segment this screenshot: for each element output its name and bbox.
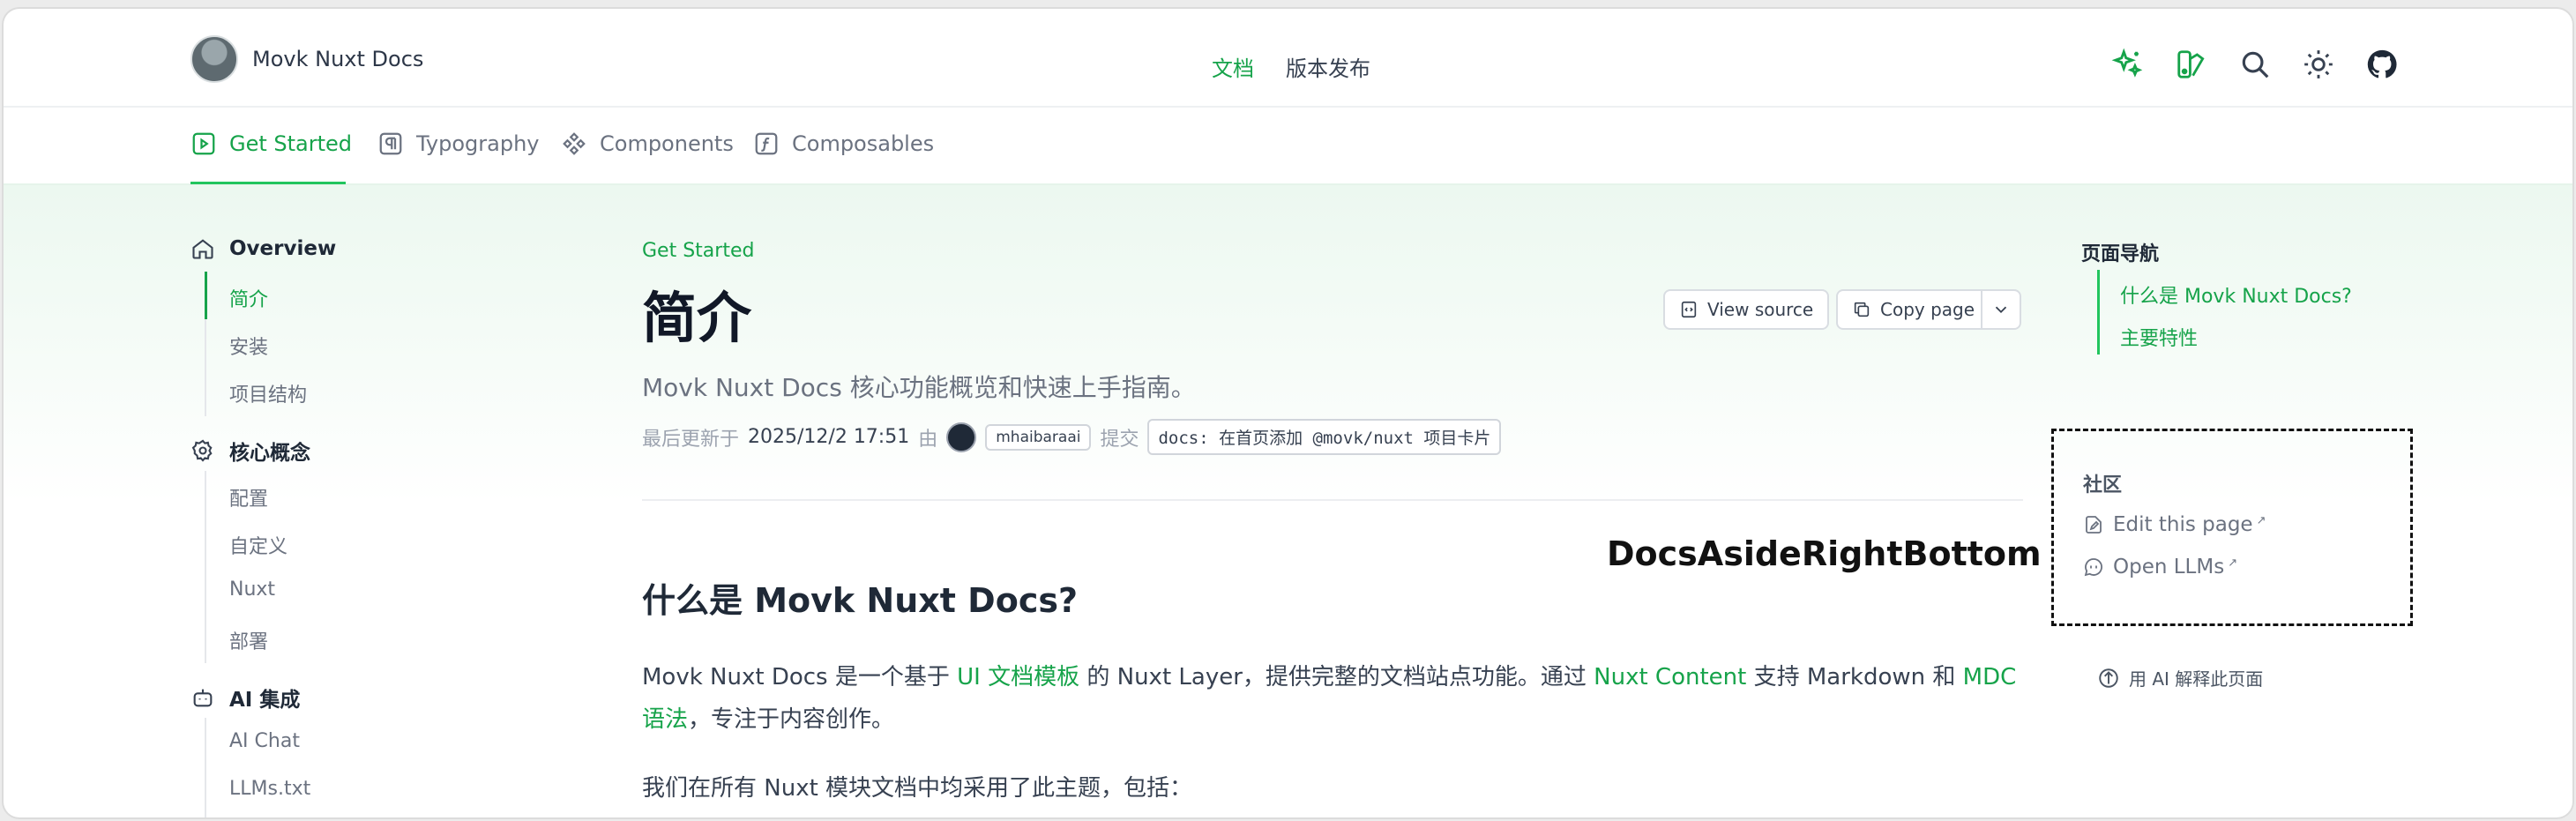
- nuxt-content-link[interactable]: Nuxt Content: [1594, 664, 1746, 690]
- mdc-link[interactable]: MDC: [1963, 664, 2017, 690]
- open-llms-label: Open LLMs: [2113, 556, 2225, 578]
- sparkles-icon[interactable]: [2111, 48, 2145, 81]
- top-header: Movk Nuxt Docs 文档 版本发布: [4, 9, 2572, 108]
- text-run: ，专注于内容创作。: [688, 706, 895, 733]
- ai-explain-button[interactable]: 用 AI 解释此页面: [2097, 665, 2263, 690]
- page-meta: 最后更新于 2025/12/2 17:51 由 mhaibaraai 提交 do…: [642, 419, 1502, 455]
- commit-label: 提交: [1100, 428, 1139, 451]
- play-square-icon: [192, 132, 215, 155]
- toc-item-what-is[interactable]: 什么是 Movk Nuxt Docs?: [2120, 280, 2352, 309]
- sidebar-guide-line: [205, 718, 206, 817]
- sidebar-item-install[interactable]: 安装: [229, 332, 268, 360]
- sidebar-guide-line: [205, 471, 206, 663]
- header-tools: [2111, 48, 2399, 81]
- sidebar-group-ai[interactable]: AI 集成: [190, 683, 300, 713]
- pilcrow-icon: [379, 132, 402, 155]
- chevron-down-icon: [1995, 306, 2007, 314]
- community-title: 社区: [2083, 474, 2123, 496]
- author-avatar[interactable]: [946, 422, 977, 452]
- view-source-button[interactable]: View source: [1663, 289, 1830, 330]
- sidebar-item-ai-chat[interactable]: AI Chat: [229, 730, 300, 752]
- sidebar-group-label: Overview: [229, 237, 337, 260]
- sidebar-item-nuxt[interactable]: Nuxt: [229, 578, 275, 601]
- toc-item-features[interactable]: 主要特性: [2120, 323, 2198, 351]
- page-eyebrow: Get Started: [642, 240, 755, 262]
- mdc-link-cont[interactable]: 语法: [642, 706, 688, 733]
- code-file-icon: [1681, 301, 1697, 318]
- file-edit-icon: [2086, 516, 2102, 534]
- tab-typography[interactable]: Typography: [377, 131, 540, 157]
- updated-label: 最后更新于: [642, 428, 740, 451]
- active-tab-indicator: [190, 182, 346, 184]
- tab-components[interactable]: Components: [561, 131, 734, 157]
- search-icon[interactable]: [2238, 48, 2272, 81]
- sidebar-active-indicator: [205, 272, 207, 319]
- tab-composables[interactable]: Composables: [753, 131, 934, 157]
- bot-icon: [193, 689, 213, 707]
- edit-page-label: Edit this page: [2113, 513, 2253, 536]
- sidebar-item-deploy[interactable]: 部署: [229, 626, 268, 654]
- intro-paragraph: Movk Nuxt Docs 是一个基于 UI 文档模板 的 Nuxt Laye…: [642, 656, 2023, 741]
- copy-page-menu-button[interactable]: [1981, 289, 2021, 330]
- view-source-label: View source: [1707, 299, 1814, 320]
- tab-label: Typography: [416, 131, 540, 156]
- logo-avatar: [190, 35, 238, 83]
- tab-label: Components: [600, 131, 734, 156]
- ai-icon: [2099, 668, 2118, 688]
- brand-name: Movk Nuxt Docs: [252, 47, 424, 71]
- chat-icon: [2084, 558, 2102, 577]
- text-run: 的 Nuxt Layer，提供完整的文档站点功能。通过: [1079, 664, 1594, 690]
- toc-indicator: [2097, 270, 2100, 355]
- copy-page-button[interactable]: Copy page: [1836, 289, 1993, 330]
- divider: [642, 499, 2023, 501]
- copy-page-label: Copy page: [1880, 299, 1975, 320]
- site-logo[interactable]: Movk Nuxt Docs: [190, 35, 423, 83]
- updated-date: 2025/12/2 17:51: [748, 426, 910, 448]
- section-tabs: Get Started Typography Components Compos…: [4, 108, 2572, 185]
- by-label: 由: [918, 428, 938, 451]
- sidebar-item-config[interactable]: 配置: [229, 483, 268, 511]
- author-badge[interactable]: mhaibaraai: [985, 423, 1092, 451]
- open-llms-link[interactable]: Open LLMs ↗: [2083, 556, 2237, 578]
- text-run: 支持 Markdown 和: [1746, 664, 1963, 690]
- browser-frame: Movk Nuxt Docs 文档 版本发布 Get Started Typog…: [4, 9, 2572, 817]
- sidebar-group-overview[interactable]: Overview: [190, 236, 336, 261]
- ai-explain-label: 用 AI 解释此页面: [2129, 668, 2264, 690]
- sidebar-group-label: 核心概念: [229, 442, 310, 465]
- gear-icon: [191, 439, 213, 462]
- modules-paragraph: 我们在所有 Nuxt 模块文档中均采用了此主题，包括：: [642, 775, 1193, 802]
- github-icon[interactable]: [2365, 48, 2399, 81]
- components-icon: [563, 132, 586, 155]
- sidebar-item-intro[interactable]: 简介: [229, 284, 268, 312]
- top-nav-releases[interactable]: 版本发布: [1286, 51, 1370, 82]
- sidebar-group-label: AI 集成: [229, 689, 301, 712]
- tab-label: Composables: [792, 131, 935, 156]
- toc-title: 页面导航: [2081, 243, 2160, 265]
- sidebar-item-customize[interactable]: 自定义: [229, 531, 287, 559]
- slot-annotation-label: DocsAsideRightBottom: [1607, 534, 2042, 573]
- external-link-icon: ↗: [2228, 556, 2238, 570]
- palette-icon[interactable]: [2175, 48, 2208, 81]
- commit-message[interactable]: docs: 在首页添加 @movk/nuxt 项目卡片: [1147, 419, 1502, 455]
- page-subtitle: Movk Nuxt Docs 核心功能概览和快速上手指南。: [642, 373, 1196, 402]
- page-title: 简介: [642, 286, 752, 350]
- external-link-icon: ↗: [2256, 513, 2266, 527]
- section-heading: 什么是 Movk Nuxt Docs?: [642, 581, 1079, 620]
- top-nav: 文档 版本发布: [1212, 51, 1370, 82]
- home-icon: [192, 239, 213, 259]
- sidebar-group-core[interactable]: 核心概念: [190, 436, 310, 466]
- text-run: Movk Nuxt Docs 是一个基于: [642, 664, 958, 690]
- top-nav-docs[interactable]: 文档: [1212, 51, 1254, 82]
- sidebar-item-structure[interactable]: 项目结构: [229, 379, 307, 407]
- edit-page-link[interactable]: Edit this page ↗: [2083, 513, 2266, 536]
- tab-get-started[interactable]: Get Started: [190, 131, 352, 157]
- sidebar-item-llms[interactable]: LLMs.txt: [229, 778, 310, 800]
- ui-template-link[interactable]: UI 文档模板: [957, 664, 1079, 690]
- function-icon: [755, 132, 778, 155]
- sun-icon[interactable]: [2302, 48, 2335, 81]
- tab-label: Get Started: [229, 131, 353, 156]
- copy-icon: [1854, 302, 1870, 317]
